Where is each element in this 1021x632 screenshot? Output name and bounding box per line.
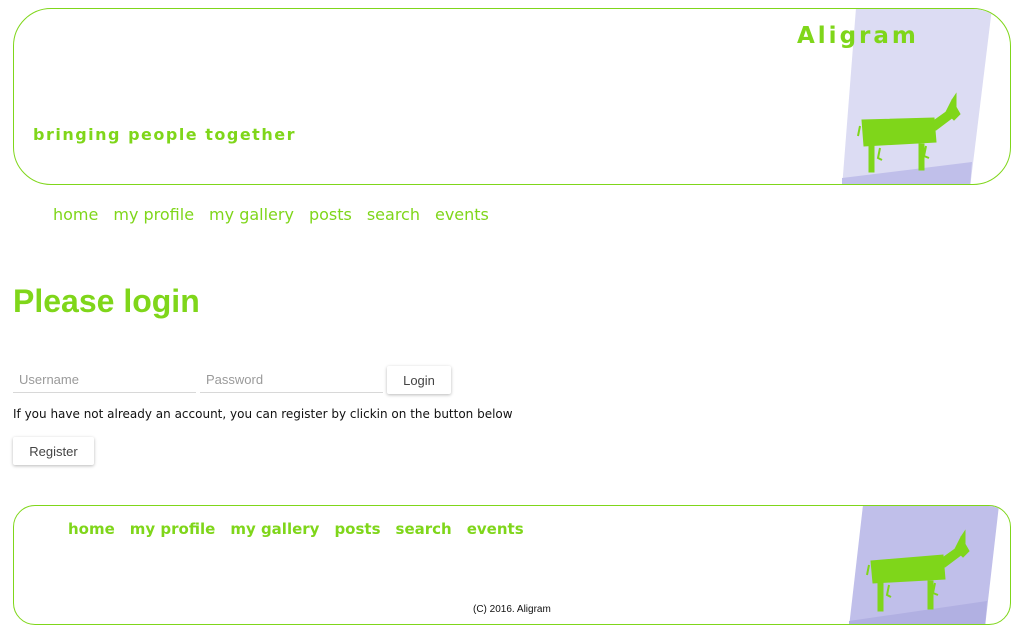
site-tagline: bringing people together: [33, 125, 296, 144]
login-button[interactable]: Login: [387, 366, 451, 394]
main-nav: home my profile my gallery posts search …: [53, 205, 489, 224]
nav-link-my-gallery[interactable]: my gallery: [209, 205, 294, 224]
page: Aligram bringing people together home my…: [0, 0, 1021, 632]
nav-link-posts[interactable]: posts: [309, 205, 352, 224]
footer-nav: home my profile my gallery posts search …: [68, 520, 524, 538]
site-footer: home my profile my gallery posts search …: [13, 505, 1011, 625]
footer-link-my-profile[interactable]: my profile: [130, 520, 216, 538]
copyright-text: (C) 2016. Aligram: [473, 604, 551, 615]
footer-link-my-gallery[interactable]: my gallery: [230, 520, 319, 538]
nav-link-events[interactable]: events: [435, 205, 489, 224]
nav-link-search[interactable]: search: [367, 205, 420, 224]
footer-link-home[interactable]: home: [68, 520, 115, 538]
password-input[interactable]: [200, 366, 383, 393]
footer-link-search[interactable]: search: [396, 520, 452, 538]
footer-link-events[interactable]: events: [467, 520, 524, 538]
page-title: Please login: [13, 283, 200, 319]
site-header: Aligram bringing people together: [13, 8, 1011, 185]
footer-link-posts[interactable]: posts: [334, 520, 380, 538]
nav-link-my-profile[interactable]: my profile: [113, 205, 194, 224]
footer-logo-panel: [849, 506, 999, 624]
register-hint: If you have not already an account, you …: [13, 407, 513, 421]
username-input[interactable]: [13, 366, 196, 393]
nav-link-home[interactable]: home: [53, 205, 98, 224]
site-title: Aligram: [797, 23, 919, 49]
register-button[interactable]: Register: [13, 437, 94, 465]
